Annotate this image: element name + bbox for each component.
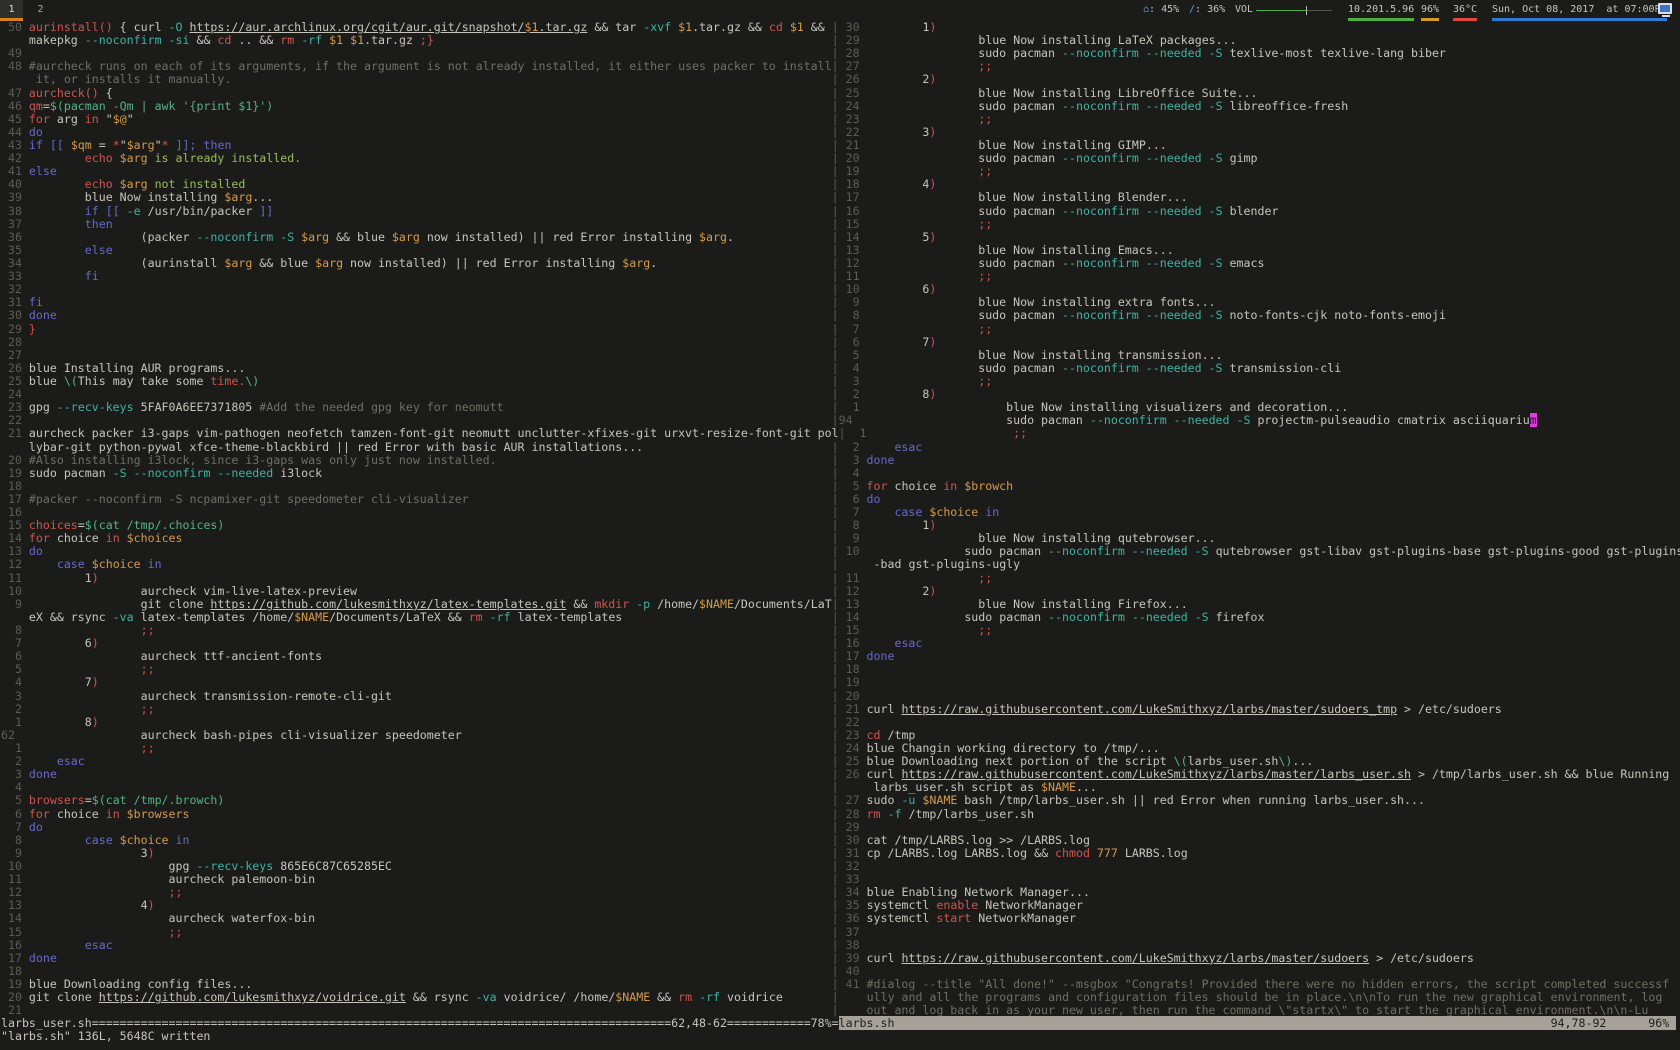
status-volume-label: VOL (1235, 0, 1253, 21)
status-ip-address: 10.201.5.96 (1348, 0, 1414, 21)
status-clock: Sun, Oct 08, 2017 at 07:00PM (1492, 0, 1667, 21)
statusline-active: larbs.sh 94,78-92 96% (839, 1016, 1677, 1030)
statusline: larbs_user.sh===========================… (1, 1017, 1680, 1030)
cursor: m (1530, 413, 1537, 427)
command-line: "larbs.sh" 136L, 5648C written (1, 1030, 1680, 1043)
volume-slider[interactable] (1256, 10, 1332, 11)
status-disk-home: ⌂: 45% (1143, 0, 1179, 21)
workspace-tag-1[interactable]: 1 (0, 0, 23, 21)
monitor-icon (1658, 3, 1672, 14)
status-battery: 96% (1421, 0, 1439, 21)
disk-root-icon: / (1189, 4, 1195, 15)
workspace-tag-2[interactable]: 2 (29, 0, 52, 21)
workspace-tags: 12 (0, 0, 52, 21)
status-disk-root: /: 36% (1189, 0, 1225, 21)
disk-home-icon: ⌂ (1143, 4, 1149, 15)
status-temperature: 36°C (1453, 0, 1477, 21)
statusline-inactive: larbs_user.sh===========================… (1, 1016, 839, 1030)
vim-terminal[interactable]: 50 aurinstall() { curl -O https://aur.ar… (1, 21, 1680, 1044)
top-bar: 12 ⌂: 45% /: 36% VOL 10.201.5.96 96% 36°C Sun,… (0, 0, 1680, 21)
volume-slider-knob[interactable] (1306, 6, 1307, 15)
systray-monitor-icon[interactable] (1658, 3, 1674, 18)
